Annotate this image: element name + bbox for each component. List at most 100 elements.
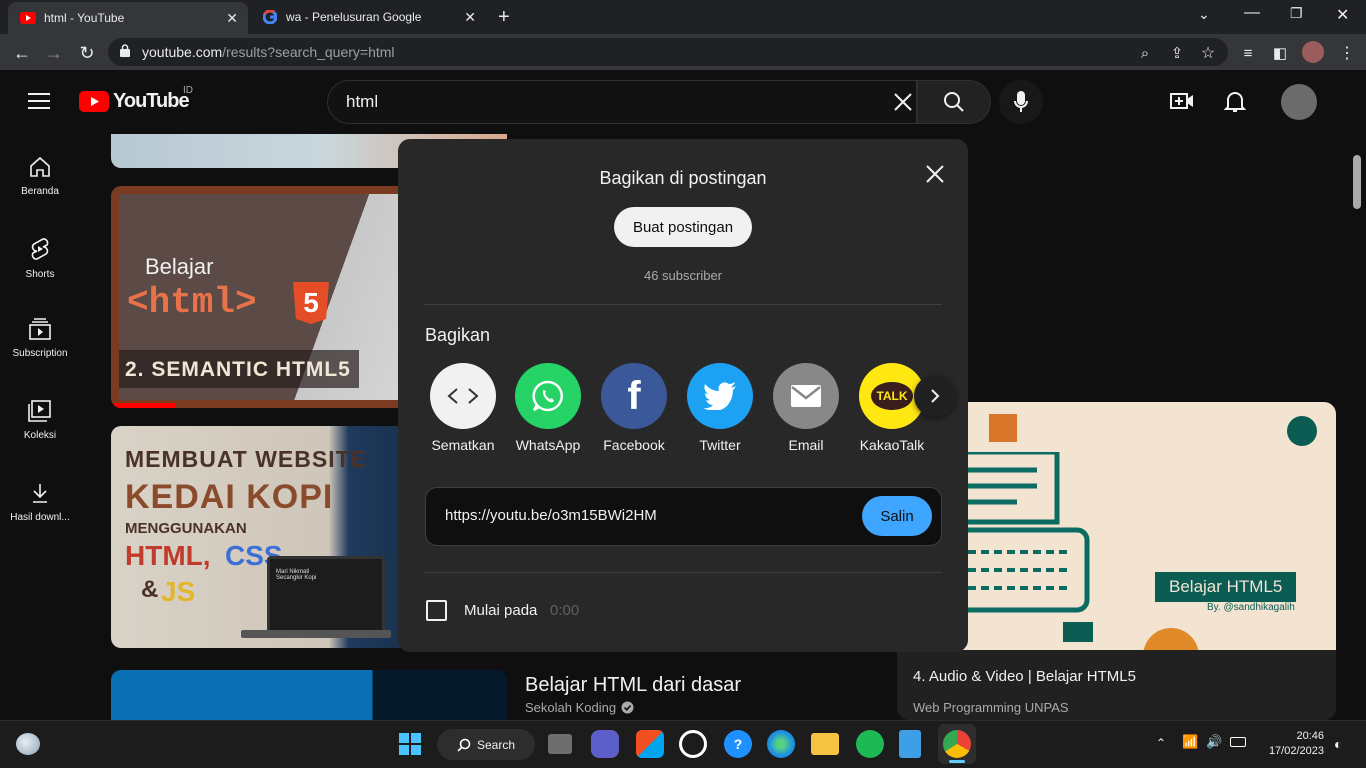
- dialog-title: Bagikan di postingan: [599, 168, 767, 188]
- thumb-text: Belajar: [145, 254, 214, 279]
- video-title[interactable]: Belajar HTML dari dasar: [525, 674, 741, 697]
- home-icon: [30, 156, 50, 177]
- search-icon: [944, 92, 964, 112]
- bookmark-star-icon[interactable]: ☆: [1197, 42, 1219, 64]
- lock-icon: [120, 44, 130, 57]
- share-label: Facebook: [603, 437, 665, 453]
- share-label: Twitter: [699, 437, 741, 453]
- tab-youtube[interactable]: html - YouTube ✕: [8, 2, 248, 34]
- share-embed[interactable]: Sematkan: [428, 363, 498, 453]
- minimize-button[interactable]: —: [1244, 4, 1260, 22]
- share-twitter[interactable]: Twitter: [685, 363, 755, 453]
- share-whatsapp[interactable]: WhatsApp: [513, 363, 583, 453]
- close-tab-icon[interactable]: ✕: [226, 10, 238, 27]
- tab-search-icon[interactable]: ⌄: [1198, 6, 1210, 23]
- sidebar-item-shorts[interactable]: Shorts: [0, 237, 80, 280]
- zoom-icon[interactable]: ⌕: [1134, 42, 1156, 64]
- notepad-icon[interactable]: [899, 730, 921, 758]
- start-time-input[interactable]: 0:00: [550, 602, 579, 619]
- sidebar-item-beranda[interactable]: Beranda: [0, 156, 80, 197]
- app-icon[interactable]: [679, 730, 707, 758]
- account-avatar[interactable]: [1281, 84, 1317, 120]
- channel-name[interactable]: Sekolah Koding: [525, 700, 634, 715]
- google-icon: [262, 9, 278, 25]
- windows-start-icon[interactable]: [396, 730, 424, 758]
- tab-google[interactable]: wa - Penelusuran Google ✕: [250, 0, 486, 34]
- wifi-icon[interactable]: 📶: [1182, 734, 1198, 750]
- thumb-byline: By. @sandhikagalih: [1207, 602, 1295, 613]
- next-arrow-button[interactable]: [914, 375, 956, 417]
- laptop-image: Mari Nikmati Secangkir Kopi: [267, 556, 385, 634]
- sidebar-item-label: Shorts: [25, 269, 55, 280]
- share-label: KakaoTalk: [859, 437, 925, 453]
- facebook-icon: f: [601, 363, 667, 429]
- copy-button[interactable]: Salin: [862, 496, 932, 536]
- youtube-icon: [20, 10, 36, 26]
- thumb-text: JS: [161, 576, 196, 607]
- notifications-bell-icon[interactable]: [1223, 90, 1247, 119]
- youtube-logo[interactable]: YouTube: [79, 90, 190, 113]
- hamburger-menu-icon[interactable]: [28, 92, 52, 115]
- search-value: html: [346, 92, 379, 111]
- start-at-checkbox[interactable]: [426, 600, 447, 621]
- channel-name[interactable]: Web Programming UNPAS: [913, 700, 1069, 715]
- reload-icon[interactable]: ↻: [76, 42, 98, 64]
- restore-button[interactable]: ❐: [1290, 5, 1303, 22]
- help-icon[interactable]: ?: [724, 730, 752, 758]
- sidebar-item-label: Hasil downl...: [10, 512, 70, 523]
- edge-icon[interactable]: [767, 730, 795, 758]
- close-dialog-icon[interactable]: [923, 162, 947, 191]
- file-explorer-icon[interactable]: [811, 733, 839, 755]
- share-link-text[interactable]: https://youtu.be/o3m15BWi2HM: [445, 507, 657, 524]
- clock-date[interactable]: 17/02/2023: [1250, 745, 1324, 757]
- new-tab-button[interactable]: +: [498, 6, 510, 29]
- sidebar-item-downloads[interactable]: Hasil downl...: [0, 482, 80, 523]
- url-domain: youtube.com: [142, 44, 223, 60]
- side-panel-icon[interactable]: ◧: [1269, 42, 1291, 64]
- close-tab-icon[interactable]: ✕: [464, 9, 476, 26]
- media-control-icon[interactable]: ≡: [1237, 42, 1259, 64]
- logo-text: YouTube: [113, 90, 190, 112]
- weather-icon[interactable]: [16, 733, 40, 755]
- chat-icon[interactable]: [591, 730, 619, 758]
- chevron-right-icon: [931, 389, 940, 403]
- search-input[interactable]: html: [327, 80, 917, 124]
- back-icon[interactable]: ←: [11, 42, 33, 64]
- share-kakaotalk[interactable]: TALK KakaoTalk: [857, 363, 927, 453]
- share-email[interactable]: Email: [771, 363, 841, 453]
- sidebar-item-subscription[interactable]: Subscription: [0, 318, 80, 359]
- twitter-icon: [687, 363, 753, 429]
- taskbar-search[interactable]: Search: [437, 729, 535, 760]
- share-label: Email: [788, 437, 824, 453]
- create-video-icon[interactable]: [1170, 92, 1194, 115]
- page-scrollbar[interactable]: [1353, 155, 1361, 209]
- share-facebook[interactable]: f Facebook: [599, 363, 669, 453]
- chevron-up-icon[interactable]: ⌃: [1156, 736, 1166, 750]
- video-title[interactable]: 4. Audio & Video | Belajar HTML5: [913, 668, 1136, 685]
- share-page-icon[interactable]: ⇪: [1166, 42, 1188, 64]
- spotify-icon[interactable]: [856, 730, 884, 758]
- voice-search-button[interactable]: [999, 80, 1043, 124]
- forward-icon[interactable]: →: [43, 42, 65, 64]
- sidebar-item-koleksi[interactable]: Koleksi: [0, 400, 80, 441]
- thumb-caption: 2. SEMANTIC HTML5: [125, 358, 351, 381]
- email-icon: [773, 363, 839, 429]
- thumb-text: MEMBUAT WEBSITE: [125, 446, 368, 472]
- address-bar[interactable]: youtube.com/results?search_query=html: [108, 38, 1228, 66]
- create-post-button[interactable]: Buat postingan: [614, 207, 752, 247]
- search-button[interactable]: [917, 80, 991, 124]
- region-code: ID: [183, 85, 193, 96]
- profile-avatar[interactable]: [1302, 41, 1324, 63]
- download-icon: [33, 484, 47, 503]
- notification-center-icon[interactable]: ◐: [1334, 736, 1342, 752]
- subscriber-count: 46 subscriber: [643, 268, 723, 283]
- task-view-icon[interactable]: [548, 734, 572, 754]
- window-close-button[interactable]: ✕: [1336, 5, 1349, 25]
- battery-icon[interactable]: [1230, 737, 1246, 747]
- volume-icon[interactable]: 🔊: [1206, 734, 1222, 750]
- store-icon[interactable]: [636, 730, 664, 758]
- start-at-label: Mulai pada: [464, 602, 538, 619]
- chrome-menu-icon[interactable]: ⋮: [1336, 42, 1358, 64]
- clear-search-icon[interactable]: [893, 92, 913, 117]
- clock-time[interactable]: 20:46: [1262, 730, 1324, 742]
